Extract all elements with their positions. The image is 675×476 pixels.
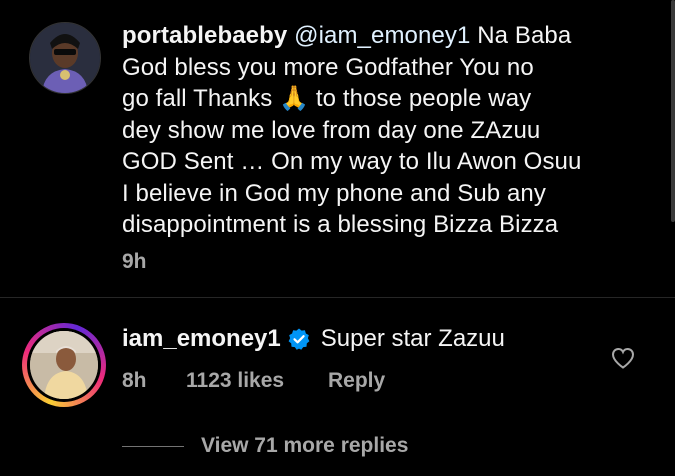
reply-meta: 8h 1123 likes Reply (122, 369, 385, 393)
comment-body-line-6: I believe in God my phone and Sub any (122, 179, 546, 207)
avatar-image (30, 23, 100, 93)
comment-username[interactable]: portablebaeby (122, 22, 287, 49)
reply-body: Super star Zazuu (320, 325, 505, 352)
reply-timestamp: 8h (122, 369, 147, 392)
comment-body-line-7: disappointment is a blessing Bizza Bizza (122, 211, 559, 238)
avatar[interactable] (29, 22, 101, 94)
comment-body-line-2: God bless you more Godfather You no (122, 53, 534, 81)
avatar-story-ring[interactable] (22, 323, 106, 407)
comment-body-line-3: go fall Thanks 🙏 to those people way (122, 85, 532, 112)
comment-text: portablebaeby @iam_emoney1 Na Baba God b… (122, 20, 622, 241)
comment-item: portablebaeby @iam_emoney1 Na Baba God b… (0, 0, 675, 298)
avatar-image (30, 331, 98, 399)
comment-timestamp: 9h (122, 250, 147, 273)
reply-text: iam_emoney1 Super star Zazuu (122, 325, 505, 353)
verified-badge-icon (288, 328, 310, 350)
heart-icon[interactable] (611, 347, 635, 369)
scrollbar[interactable] (671, 0, 675, 222)
reply-username[interactable]: iam_emoney1 (122, 325, 281, 353)
comment-body-line-1: Na Baba (477, 22, 572, 49)
comment-body-line-5: GOD Sent … On my way to Ilu Awon Osuu (122, 148, 582, 175)
reply-likes-count[interactable]: 1123 likes (186, 369, 328, 393)
replies-divider-line (122, 446, 184, 447)
divider (0, 297, 675, 298)
comment-mention[interactable]: @iam_emoney1 (294, 22, 470, 49)
comment-body-line-4: dey show me love from day one ZAzuu (122, 116, 541, 144)
reply-button[interactable]: Reply (328, 369, 385, 393)
view-more-replies-button[interactable]: View 71 more replies (201, 434, 408, 458)
avatar (27, 328, 101, 402)
